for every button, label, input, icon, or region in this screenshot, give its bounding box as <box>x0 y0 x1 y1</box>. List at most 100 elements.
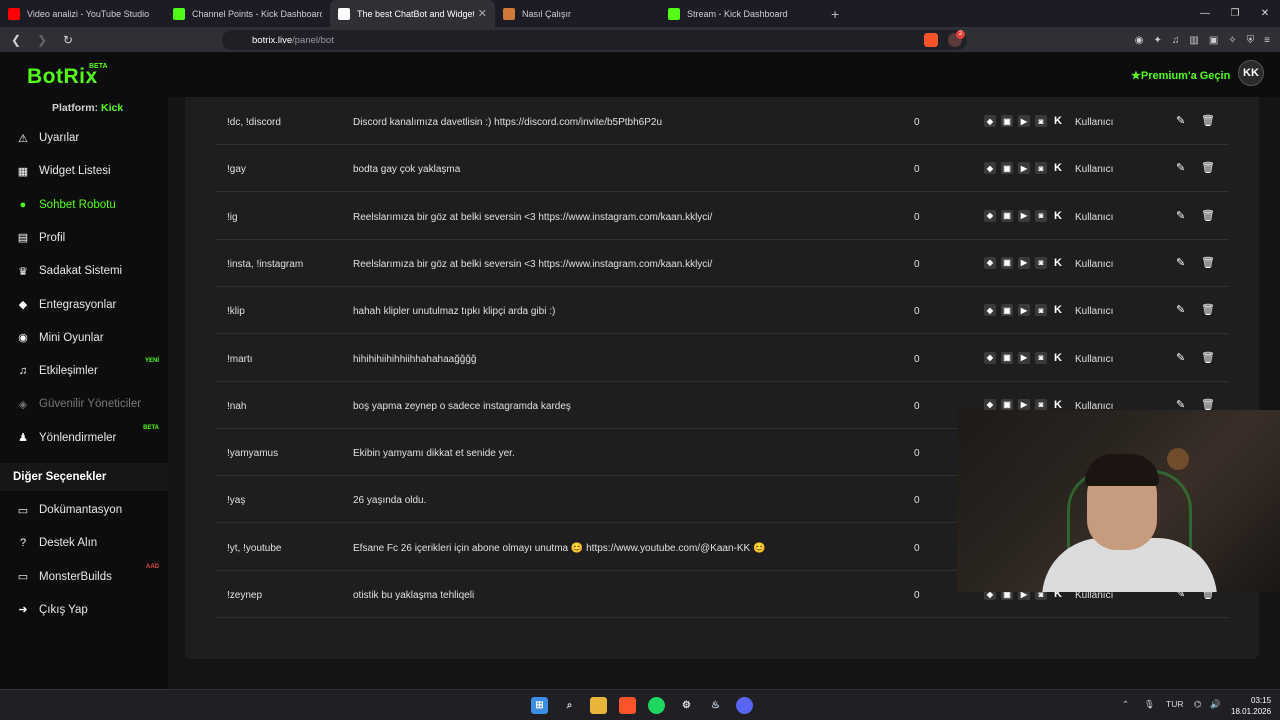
tab-close-icon[interactable]: ✕ <box>478 7 487 20</box>
sidebar-item[interactable]: ➜ Çıkış Yap <box>0 596 168 624</box>
browser-tab[interactable]: Video analizi - YouTube Studio <box>0 0 165 27</box>
sidebar-item[interactable]: ◆ Entegrasyonlar <box>0 291 168 319</box>
leo-icon[interactable]: ✧ <box>1228 35 1236 46</box>
browser-tab[interactable]: Stream - Kick Dashboard <box>660 0 825 27</box>
edit-icon[interactable]: ✎ <box>1176 351 1185 364</box>
browser-tab[interactable]: Channel Points - Kick Dashboard <box>165 0 330 27</box>
vpn-icon[interactable]: ⛨ <box>1247 35 1255 46</box>
reload-icon[interactable]: ↻ <box>58 33 78 47</box>
language-indicator[interactable]: TUR <box>1166 699 1183 709</box>
sidebar-item[interactable]: ◉ Mini Oyunlar <box>0 324 168 352</box>
botrix-logo[interactable]: BotRix <box>27 65 98 89</box>
sidebar-item[interactable]: ♛ Sadakat Sistemi <box>0 257 168 285</box>
discord-icon[interactable]: ◙ <box>1035 304 1047 317</box>
sidebar-item[interactable]: ▤ Profil <box>0 224 168 252</box>
shield-platform-icon[interactable]: ◆ <box>984 351 996 364</box>
wallet-icon[interactable]: ▣ <box>1209 35 1218 46</box>
edit-icon[interactable]: ✎ <box>1176 114 1185 127</box>
search-icon[interactable]: ⌕ <box>561 697 578 714</box>
twitch-icon[interactable]: ▣ <box>1001 398 1013 411</box>
brave-icon[interactable] <box>619 697 636 714</box>
shield-platform-icon[interactable]: ◆ <box>984 304 996 317</box>
shield-platform-icon[interactable]: ◆ <box>984 256 996 269</box>
shield-platform-icon[interactable]: ◆ <box>984 162 996 175</box>
twitch-icon[interactable]: ▣ <box>1001 256 1013 269</box>
network-icon[interactable]: ⌬ <box>1194 699 1201 710</box>
edit-icon[interactable]: ✎ <box>1176 398 1185 411</box>
kick-icon[interactable]: K <box>1052 304 1064 316</box>
youtube-icon[interactable]: ▶ <box>1018 162 1030 175</box>
delete-icon[interactable]: 🗑 <box>1201 303 1215 316</box>
sidebar-item[interactable]: ▭ MonsterBuilds AAD <box>0 563 168 591</box>
maximize-icon[interactable]: ❐ <box>1220 0 1250 27</box>
browser-tab[interactable]: The best ChatBot and Widgets f ✕ <box>330 0 495 27</box>
steam-icon[interactable]: ♨ <box>707 697 724 714</box>
edit-icon[interactable]: ✎ <box>1176 303 1185 316</box>
shield-platform-icon[interactable]: ◆ <box>984 115 996 127</box>
music-icon[interactable]: ♫ <box>1172 35 1180 46</box>
edit-icon[interactable]: ✎ <box>1176 209 1185 222</box>
youtube-icon[interactable]: ▶ <box>1018 115 1030 127</box>
table-row[interactable]: !gay bodta gay çok yaklaşma 0 ◆ ▣ ▶ ◙ K Kullanıc… <box>216 145 1228 193</box>
table-row[interactable]: !insta, !instagram Reelslarımıza bir göz … <box>216 240 1228 287</box>
discord-icon[interactable]: ◙ <box>1035 398 1047 411</box>
kick-icon[interactable]: K <box>1052 210 1064 222</box>
youtube-icon[interactable]: ▶ <box>1018 398 1030 411</box>
table-row[interactable]: !martı hihihihiihihhiihhahahaağğğğ 0 ◆ ▣ ▶ ◙ K K… <box>216 335 1228 382</box>
discord-icon[interactable]: ◙ <box>1035 209 1047 222</box>
sidebar-icon[interactable]: ▥ <box>1189 35 1198 46</box>
edit-icon[interactable]: ✎ <box>1176 256 1185 269</box>
twitch-icon[interactable]: ▣ <box>1001 209 1013 222</box>
shield-platform-icon[interactable]: ◆ <box>984 398 996 411</box>
tray-chevron-icon[interactable]: ⌃ <box>1122 699 1129 710</box>
volume-icon[interactable]: 🔊 <box>1210 699 1221 710</box>
close-window-icon[interactable]: ✕ <box>1250 0 1280 27</box>
youtube-icon[interactable]: ▶ <box>1018 256 1030 269</box>
twitch-icon[interactable]: ▣ <box>1001 115 1013 127</box>
settings-icon[interactable]: ⚙ <box>678 697 695 714</box>
spotify-icon[interactable] <box>648 697 665 714</box>
sidebar-item[interactable]: ? Destek Alın <box>0 529 168 557</box>
url-field[interactable]: botrix.live/panel/bot <box>222 30 967 50</box>
table-row[interactable]: !dc, !discord Discord kanalımıza davetlis… <box>216 98 1228 145</box>
twitch-icon[interactable]: ▣ <box>1001 162 1013 175</box>
sidebar-item[interactable]: ● Sohbet Robotu <box>0 191 168 219</box>
sidebar-item[interactable]: ♫ Etkileşimler YENİ <box>0 357 168 385</box>
sidebar-item[interactable]: ◈ Güvenilir Yöneticiler <box>0 390 168 418</box>
discord-icon[interactable]: ◙ <box>1035 162 1047 175</box>
clock[interactable]: 03:15 18.01.2026 <box>1231 695 1271 717</box>
extension-icon[interactable]: ◉ <box>1135 35 1144 46</box>
discord-icon[interactable] <box>736 697 753 714</box>
kick-icon[interactable]: K <box>1052 399 1064 411</box>
twitch-icon[interactable]: ▣ <box>1001 304 1013 317</box>
delete-icon[interactable]: 🗑 <box>1201 114 1215 127</box>
delete-icon[interactable]: 🗑 <box>1201 161 1215 174</box>
forward-icon[interactable]: ❯ <box>32 33 52 47</box>
sidebar-item[interactable]: ▦ Widget Listesi <box>0 157 168 185</box>
shield-platform-icon[interactable]: ◆ <box>984 209 996 222</box>
discord-icon[interactable]: ◙ <box>1035 115 1047 127</box>
avatar[interactable]: KK <box>1238 60 1264 86</box>
brave-rewards-icon[interactable]: 2 <box>948 30 965 47</box>
youtube-icon[interactable]: ▶ <box>1018 351 1030 364</box>
kick-icon[interactable]: K <box>1052 162 1064 174</box>
delete-icon[interactable]: 🗑 <box>1201 351 1215 364</box>
browser-tab[interactable]: Nasıl Çalışır <box>495 0 660 27</box>
discord-icon[interactable]: ◙ <box>1035 256 1047 269</box>
microphone-icon[interactable]: 🎙 <box>1144 699 1155 710</box>
sidebar-item[interactable]: ♟ Yönlendirmeler BETA <box>0 424 168 452</box>
file-explorer-icon[interactable] <box>590 697 607 714</box>
delete-icon[interactable]: 🗑 <box>1201 209 1215 222</box>
brave-shield-icon[interactable] <box>924 33 938 47</box>
kick-icon[interactable]: K <box>1052 257 1064 269</box>
puzzle-icon[interactable]: ✦ <box>1153 35 1161 46</box>
sidebar-item[interactable]: ▭ Dokümantasyon <box>0 496 168 524</box>
start-icon[interactable]: ⊞ <box>531 697 548 714</box>
delete-icon[interactable]: 🗑 <box>1201 398 1215 411</box>
discord-icon[interactable]: ◙ <box>1035 351 1047 364</box>
back-icon[interactable]: ❮ <box>6 33 26 47</box>
menu-icon[interactable]: ≡ <box>1264 35 1270 46</box>
sidebar-item[interactable]: ⚠ Uyarılar <box>0 124 168 152</box>
delete-icon[interactable]: 🗑 <box>1201 256 1215 269</box>
edit-icon[interactable]: ✎ <box>1176 161 1185 174</box>
